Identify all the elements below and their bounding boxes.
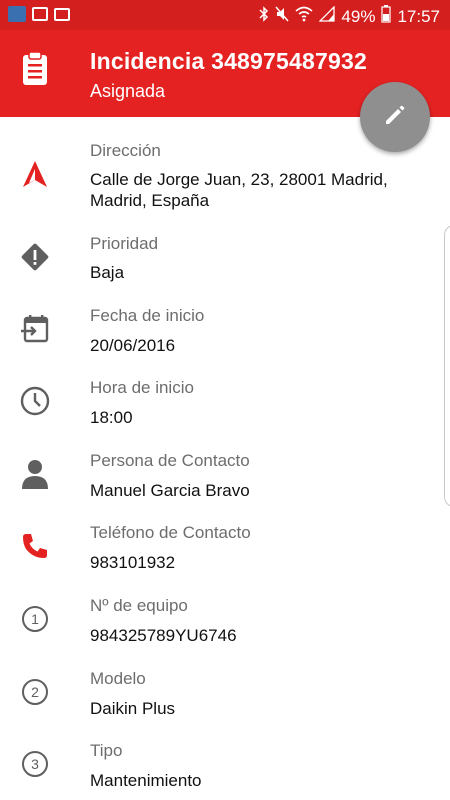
pencil-icon [381,101,409,134]
detail-value: 984325789YU6746 [90,626,237,645]
number-1-icon: 1 [18,602,52,636]
incident-title: Incidencia 348975487932 [90,48,367,74]
detail-label: Persona de Contacto [90,451,250,470]
app-notification-icon [8,6,26,22]
clock-time: 17:57 [397,6,440,26]
detail-value: Daikin Plus [90,699,176,718]
battery-icon [381,5,392,28]
number-3-icon: 3 [18,747,52,781]
detail-label: Teléfono de Contacto [90,523,251,542]
edit-button[interactable] [360,82,430,152]
notification-icons [8,6,70,22]
battery-percent: 49% [341,6,376,26]
person-icon [18,457,52,491]
system-indicators: 49% 17:57 [259,5,440,28]
navigation-arrow-icon [18,157,52,191]
message-notification-icon [54,7,70,21]
svg-text:2: 2 [31,684,39,700]
mute-icon [275,6,289,27]
phone-icon[interactable] [18,529,52,563]
detail-value: 18:00 [90,408,133,427]
detail-label: Hora de inicio [90,378,194,397]
detail-value: Baja [90,263,125,282]
detail-label: Nº de equipo [90,596,188,615]
detail-value: Calle de Jorge Juan, 23, 28001 Madrid, M… [90,170,388,210]
incident-status: Asignada [90,81,166,101]
wifi-icon [295,6,313,27]
status-bar: 49% 17:57 [0,0,450,30]
svg-text:1: 1 [31,611,39,627]
detail-label: Fecha de inicio [90,306,205,325]
detail-value[interactable]: 983101932 [90,552,420,573]
detail-label: Prioridad [90,234,159,253]
detail-label: Dirección [90,141,161,160]
detail-value: Manuel Garcia Bravo [90,481,250,500]
detail-value: 20/06/2016 [90,336,176,355]
signal-icon [318,5,336,27]
detail-label: Tipo [90,741,123,760]
calendar-import-icon [18,312,52,346]
clock-icon [18,384,52,418]
priority-warning-icon [18,240,52,274]
detail-value: Mantenimiento [90,771,202,790]
edge-panel-handle[interactable] [444,225,450,507]
number-2-icon: 2 [18,675,52,709]
clipboard-icon [20,50,50,86]
detail-label: Modelo [90,669,146,688]
svg-text:3: 3 [31,756,39,772]
gallery-notification-icon [32,7,48,21]
bluetooth-icon [259,6,269,27]
